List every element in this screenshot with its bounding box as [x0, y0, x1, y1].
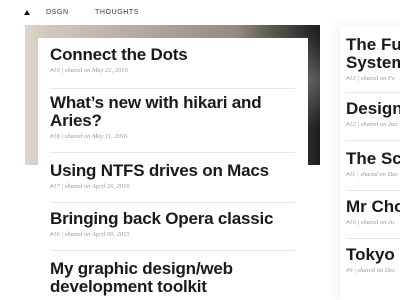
- divider: [50, 250, 295, 251]
- article-title[interactable]: Connect the Dots: [50, 46, 295, 64]
- nav-link-thoughts[interactable]: THOUGHTS: [95, 9, 139, 16]
- sidebar-article-date: | shared on Dec: [354, 267, 396, 274]
- sidebar-article-date: | shared on Ju: [357, 219, 395, 226]
- sidebar-feed: The Fut System #13 | shared on Fe Design…: [340, 26, 400, 300]
- sidebar-article-date: | shared on Jan: [357, 121, 398, 128]
- article-title[interactable]: Bringing back Opera classic: [50, 210, 295, 228]
- sidebar-article-meta: #12 | shared on Jan: [346, 121, 400, 128]
- sidebar-article-number: #10: [346, 219, 356, 226]
- article-date: | shared on May 11, 2016: [61, 133, 128, 140]
- sidebar-article-meta: #11 | shared on Dec: [346, 171, 400, 178]
- article-meta: #19 | shared on May 22, 2016: [50, 67, 295, 74]
- article-meta: #18 | shared on May 11, 2016: [50, 133, 295, 140]
- nav-link-dsgn[interactable]: DSGN: [46, 9, 69, 16]
- sidebar-article-meta: #10 | shared on Ju: [346, 219, 400, 226]
- article-item[interactable]: My graphic design/web development toolki…: [50, 260, 295, 296]
- divider: [346, 92, 400, 93]
- article-number: #19: [50, 67, 60, 74]
- divider: [50, 88, 295, 89]
- divider: [50, 152, 295, 153]
- sidebar-article-date: | shared on Dec: [356, 171, 398, 178]
- article-date: | shared on April 09, 2015: [61, 231, 130, 238]
- divider: [346, 190, 400, 191]
- article-number: #16: [50, 231, 60, 238]
- sidebar-article-number: #12: [346, 121, 356, 128]
- article-title[interactable]: What’s new with hikari and Aries?: [50, 94, 295, 130]
- divider: [346, 140, 400, 141]
- article-item[interactable]: Using NTFS drives on Macs #17 | shared o…: [50, 162, 295, 191]
- sidebar-article-number: #9: [346, 267, 353, 274]
- sidebar-article[interactable]: Mr Cho #10 | shared on Ju: [346, 198, 400, 227]
- article-meta: #16 | shared on April 09, 2015: [50, 231, 295, 238]
- sidebar-article-title[interactable]: Designi: [346, 100, 400, 118]
- sidebar-article[interactable]: Designi #12 | shared on Jan: [346, 100, 400, 129]
- article-title[interactable]: My graphic design/web development toolki…: [50, 260, 295, 296]
- sidebar-article[interactable]: Tokyo F #9 | shared on Dec: [346, 246, 400, 275]
- article-meta: #17 | shared on April 26, 2016: [50, 183, 295, 190]
- sidebar-article-number: #11: [346, 171, 356, 178]
- divider: [346, 238, 400, 239]
- article-title[interactable]: Using NTFS drives on Macs: [50, 162, 295, 180]
- article-item[interactable]: Connect the Dots #19 | shared on May 22,…: [50, 46, 295, 75]
- sidebar-article[interactable]: The Scy #11 | shared on Dec: [346, 150, 400, 179]
- article-date: | shared on April 26, 2016: [61, 183, 130, 190]
- sidebar-article-title[interactable]: The Scy: [346, 150, 400, 168]
- article-number: #18: [50, 133, 60, 140]
- divider: [50, 202, 295, 203]
- triangle-logo-icon[interactable]: [24, 10, 30, 15]
- article-item[interactable]: What’s new with hikari and Aries? #18 | …: [50, 94, 295, 141]
- article-item[interactable]: Bringing back Opera classic #16 | shared…: [50, 210, 295, 239]
- article-number: #17: [50, 183, 60, 190]
- sidebar-article-title[interactable]: The Fut System: [346, 36, 400, 72]
- sidebar-article[interactable]: The Fut System #13 | shared on Fe: [346, 36, 400, 83]
- article-feed: Connect the Dots #19 | shared on May 22,…: [38, 38, 308, 300]
- sidebar-article-meta: #13 | shared on Fe: [346, 75, 400, 82]
- sidebar-article-title[interactable]: Mr Cho: [346, 198, 400, 216]
- page: DSGN THOUGHTS Connect the Dots #19 | sha…: [0, 0, 400, 300]
- sidebar-article-meta: #9 | shared on Dec: [346, 267, 400, 274]
- sidebar-article-title[interactable]: Tokyo F: [346, 246, 400, 264]
- sidebar-article-number: #13: [346, 75, 356, 82]
- top-nav: DSGN THOUGHTS: [0, 0, 400, 26]
- article-date: | shared on May 22, 2016: [61, 67, 128, 74]
- sidebar-article-date: | shared on Fe: [357, 75, 395, 82]
